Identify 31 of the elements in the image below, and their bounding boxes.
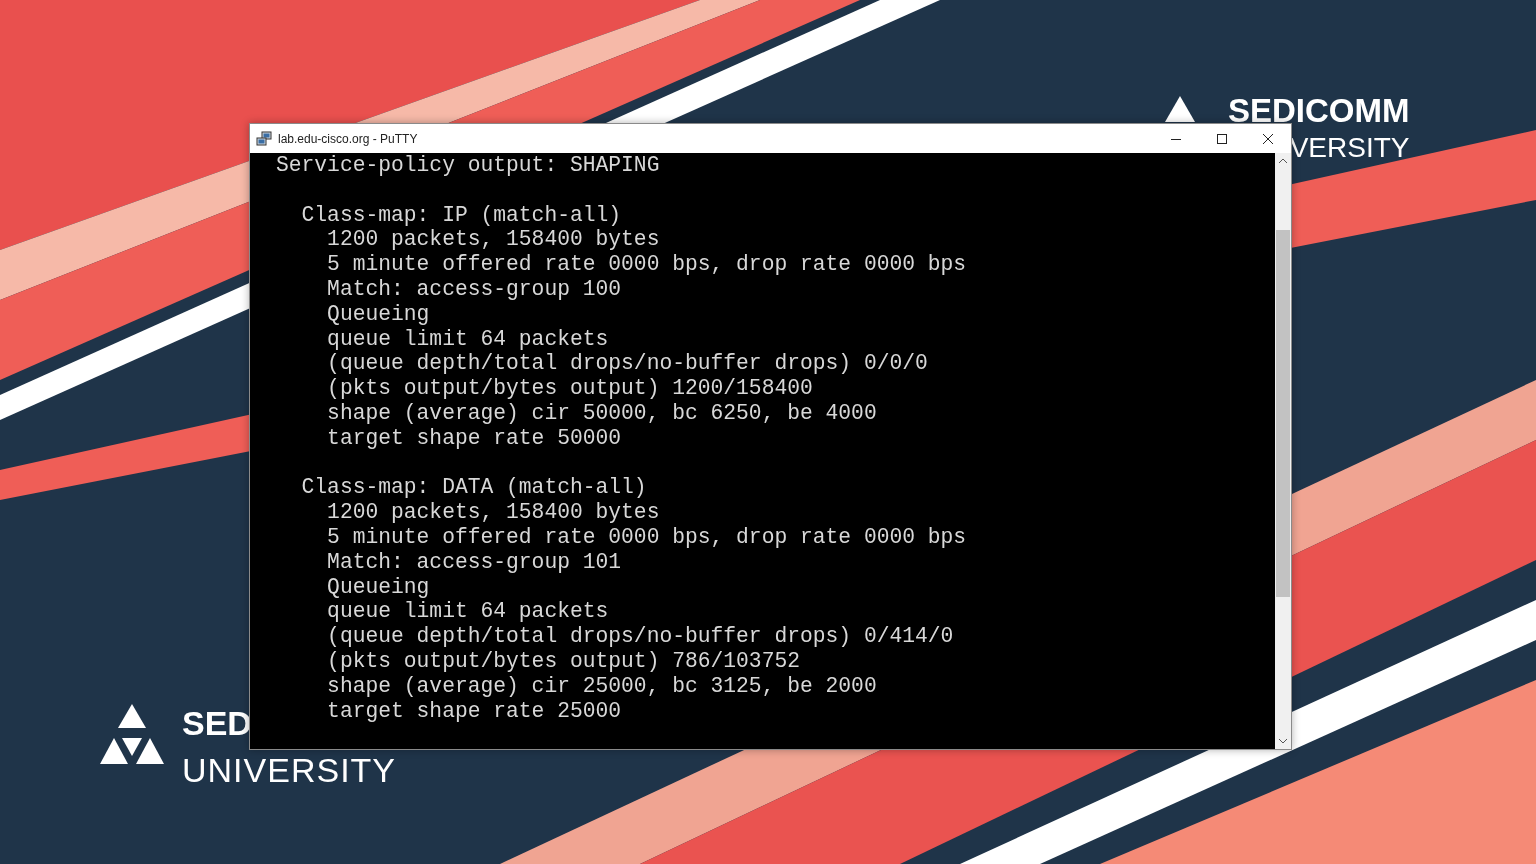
brand-text: SED [182, 704, 252, 742]
maximize-icon [1217, 133, 1227, 144]
scrollbar[interactable] [1275, 153, 1291, 749]
close-icon [1263, 133, 1273, 144]
terminal-line: (pkts output/bytes output) 786/103752 [326, 648, 801, 674]
terminal-line: 1200 packets, 158400 bytes [326, 500, 661, 525]
terminal-line: Class-map: IP (match-all) [300, 202, 623, 228]
terminal-line: (queue depth/total drops/no-buffer drops) 0/0/0 [326, 351, 929, 377]
terminal-line: 1200 packets, 158400 bytes [326, 227, 661, 253]
computers-icon [256, 130, 272, 147]
terminal-line: target shape rate 25000 [326, 698, 623, 724]
terminal-line: Match: access-group 100 [326, 277, 623, 302]
brand-text: VERSITY [1289, 131, 1410, 165]
terminal-line: target shape rate 50000 [326, 425, 623, 451]
terminal-line: (pkts output/bytes output) 1200/158400 [326, 376, 814, 401]
scroll-thumb[interactable] [1276, 230, 1290, 597]
brand-text: UNIVERSITY [182, 752, 397, 788]
terminal-line: Service-policy output: SHAPING [276, 153, 661, 178]
terminal-line: Queueing [326, 301, 431, 327]
terminal-line: shape (average) cir 25000, bc 3125, be 2000 [326, 673, 878, 699]
window-title: lab.edu-cisco.org - PuTTY [278, 131, 418, 146]
terminal-line: Queueing [326, 574, 431, 600]
terminal-line: (queue depth/total drops/no-buffer drops) 0/414/0 [326, 624, 955, 649]
terminal-line: 5 minute offered rate 0000 bps, drop rate 0000 bps [326, 524, 968, 550]
brand-text: SEDICOMM [1228, 92, 1410, 130]
terminal-line: queue limit 64 packets [326, 599, 610, 625]
terminal-line: Match: access-group 101 [326, 549, 623, 575]
terminal-line: shape (average) cir 50000, bc 6250, be 4000 [326, 400, 878, 426]
terminal-line: queue limit 64 packets [326, 326, 610, 352]
terminal-line: Class-map: DATA (match-all) [300, 475, 648, 501]
terminal-line: 5 minute offered rate 0000 bps, drop rate 0000 bps [326, 252, 968, 277]
